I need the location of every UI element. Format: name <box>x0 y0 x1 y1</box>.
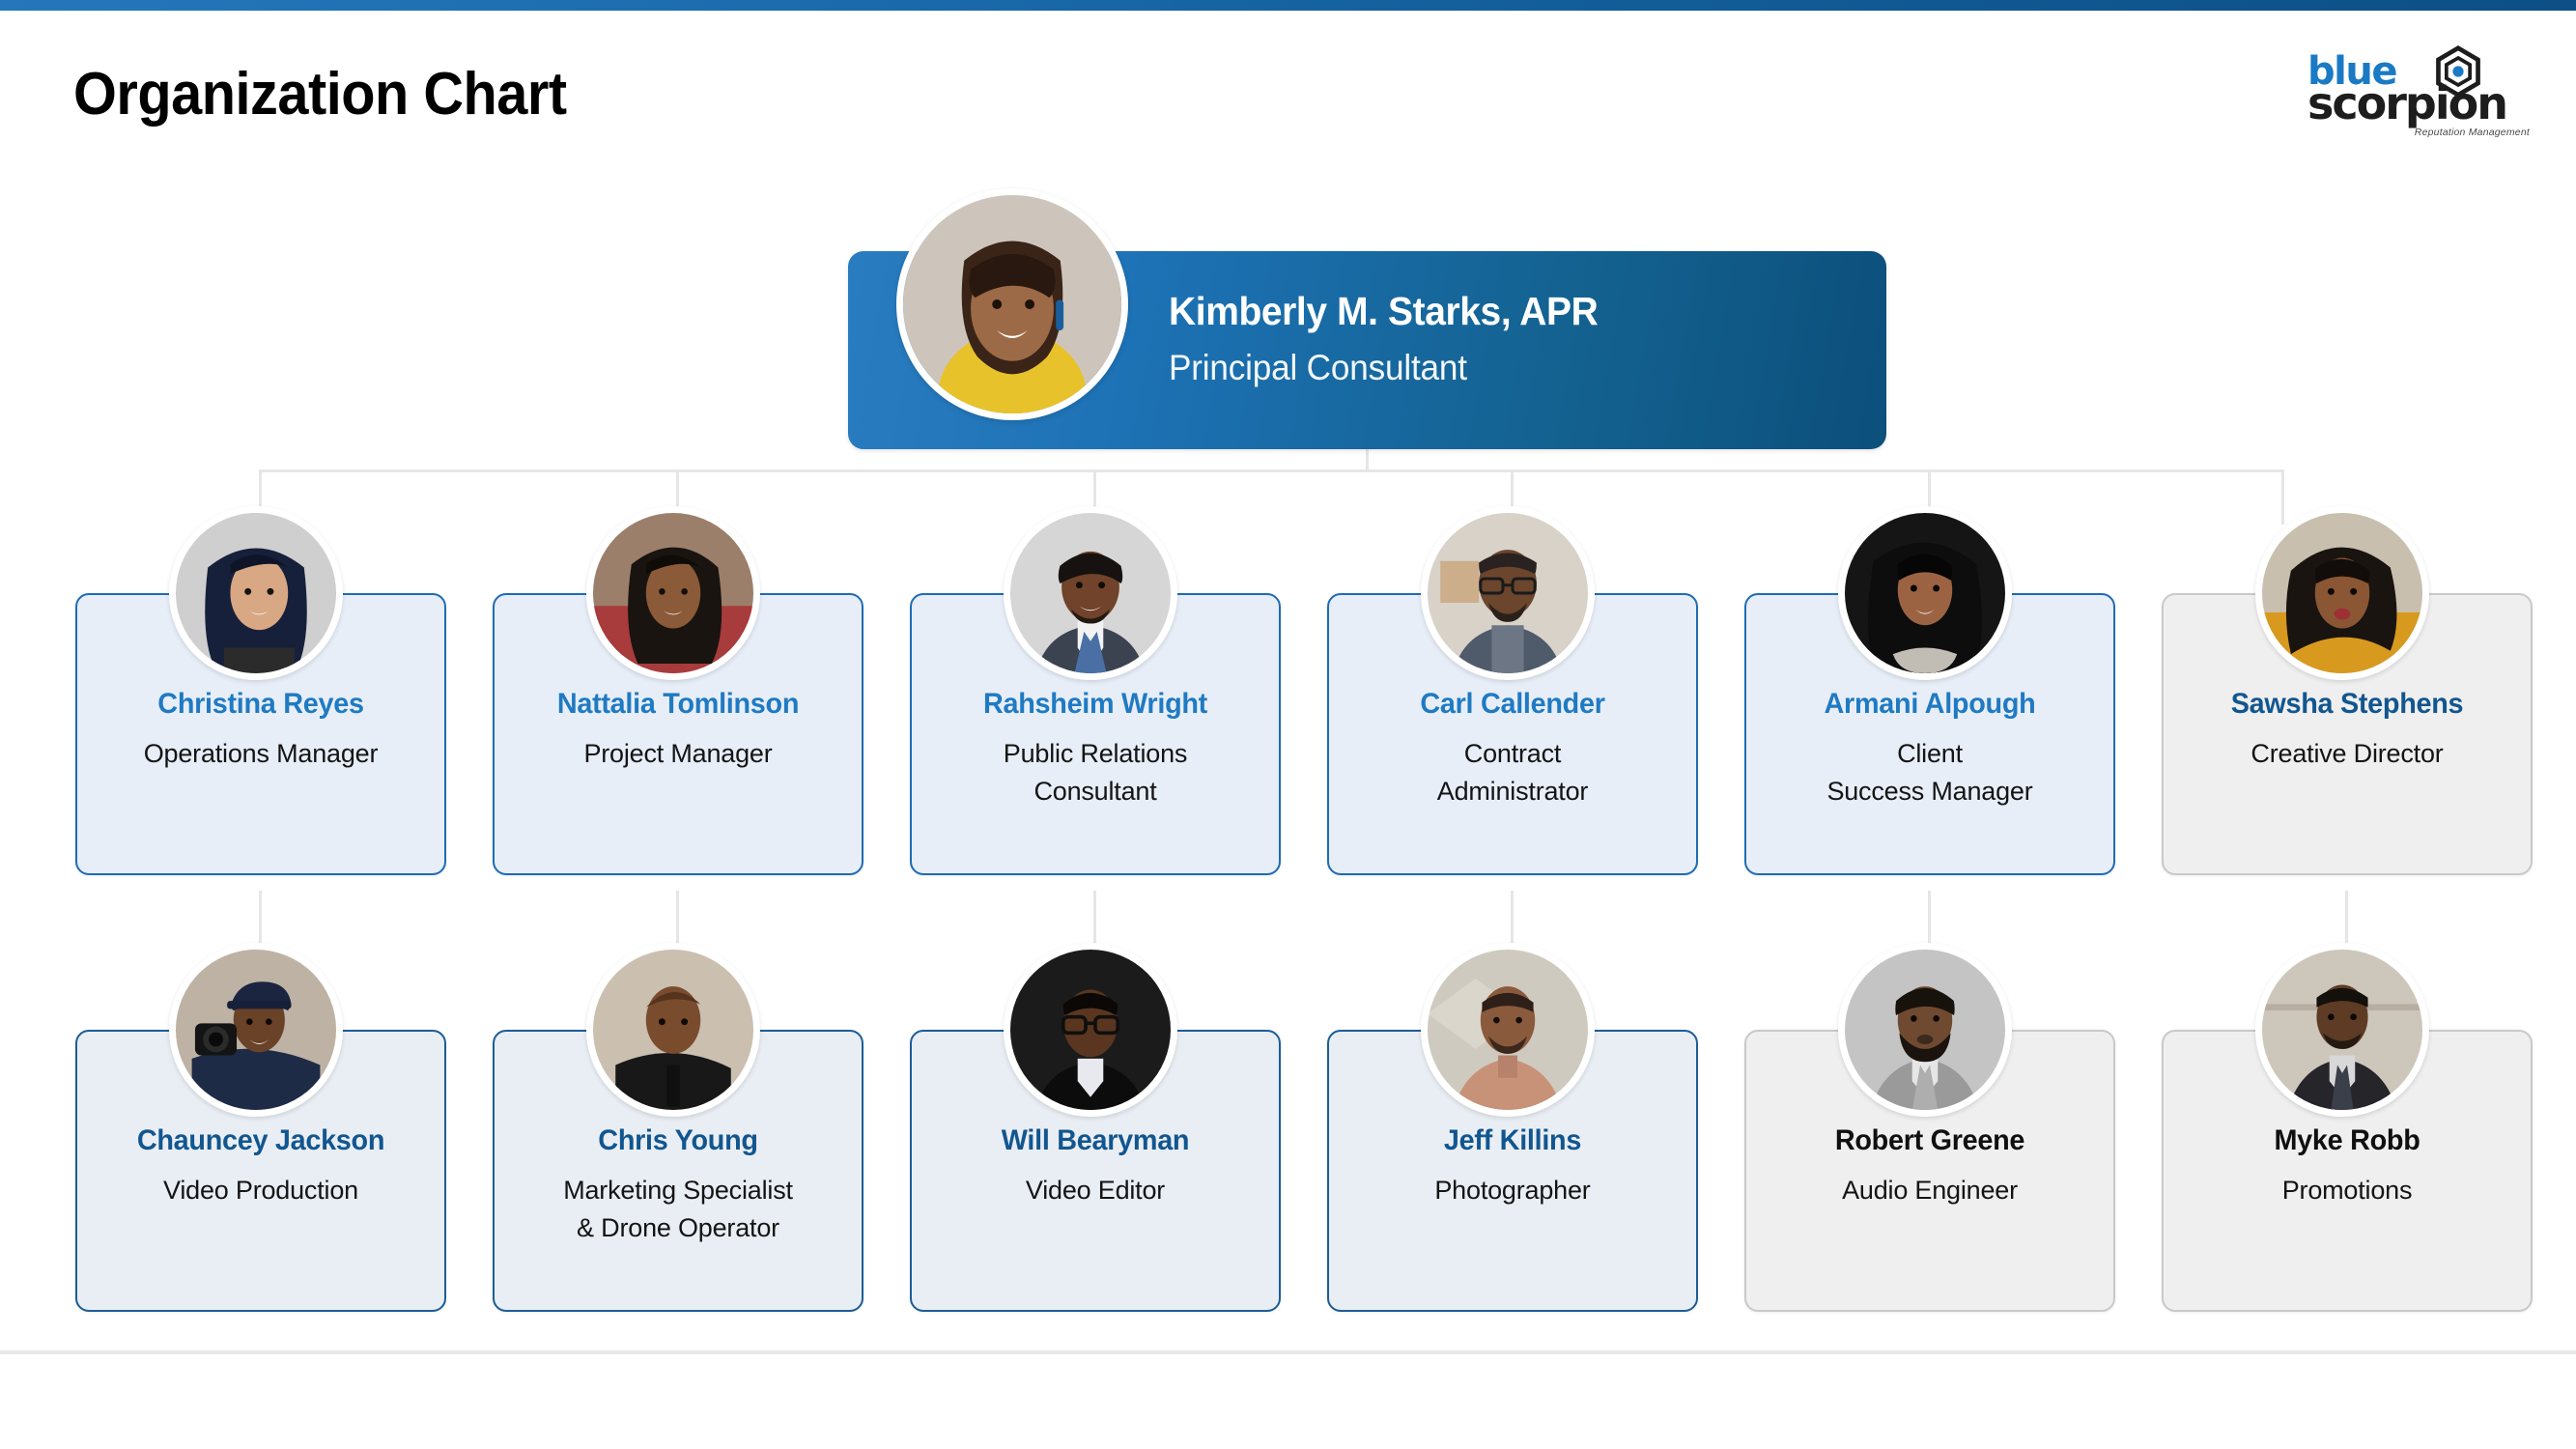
portrait-image <box>1845 950 2005 1110</box>
person-name: Chauncey Jackson <box>136 1124 385 1156</box>
avatar-row2-3 <box>1004 943 1177 1117</box>
avatar-row2-5 <box>1838 943 2012 1117</box>
portrait-image <box>593 950 753 1110</box>
person-role-line1: Marketing Specialist <box>563 1175 793 1205</box>
avatar-row1-6 <box>2255 506 2429 680</box>
person-role-line1: Promotions <box>2281 1175 2413 1205</box>
portrait-image <box>176 950 336 1110</box>
card-body: Will Bearyman Video Editor <box>912 1124 1279 1209</box>
person-role-line1: Project Manager <box>583 738 773 768</box>
person-name: Sawsha Stephens <box>2230 688 2464 720</box>
person-role-line2: & Drone Operator <box>577 1212 779 1242</box>
person-name: Robert Greene <box>1834 1124 2025 1156</box>
card-body: Jeff Killins Photographer <box>1329 1124 1696 1209</box>
person-role-line1: Public Relations <box>1003 738 1188 768</box>
card-body: Robert Greene Audio Engineer <box>1746 1124 2113 1209</box>
avatar-row1-5 <box>1838 506 2012 680</box>
person-role-line1: Creative Director <box>2250 738 2444 768</box>
page-title: Organization Chart <box>73 61 567 128</box>
portrait-image <box>2262 950 2422 1110</box>
person-name: Jeff Killins <box>1443 1124 1582 1156</box>
person-role: Project Manager <box>502 735 854 773</box>
card-body: Christina Reyes Operations Manager <box>77 688 444 773</box>
avatar-row2-6 <box>2255 943 2429 1117</box>
person-role-line1: Video Editor <box>1025 1175 1166 1205</box>
connector-row2-drop-5 <box>1928 891 1931 951</box>
person-name: Rahsheim Wright <box>983 688 1207 720</box>
logo-tagline: Reputation Management <box>2414 127 2530 138</box>
person-name: Carl Callender <box>1420 688 1605 720</box>
card-body: Sawsha Stephens Creative Director <box>2164 688 2531 773</box>
connector-row2-drop-1 <box>259 891 262 951</box>
person-role: Creative Director <box>2171 735 2523 773</box>
connector-row2-drop-2 <box>676 891 679 951</box>
card-body: Nattalia Tomlinson Project Manager <box>495 688 862 773</box>
person-role-line2: Success Manager <box>1826 776 2033 806</box>
person-role: Video Editor <box>920 1172 1271 1209</box>
connector-row2-drop-4 <box>1511 891 1514 951</box>
connector-row1-bus <box>259 469 2281 472</box>
person-role: Video Production <box>85 1172 437 1209</box>
person-role-line1: Audio Engineer <box>1842 1175 2018 1205</box>
avatar-row2-4 <box>1421 943 1595 1117</box>
person-name: Will Bearyman <box>1001 1124 1190 1156</box>
connector-row2-drop-6 <box>2345 891 2348 951</box>
avatar-row1-3 <box>1004 506 1177 680</box>
person-name: Nattalia Tomlinson <box>556 688 800 720</box>
person-role-line1: Photographer <box>1434 1175 1591 1205</box>
person-role-line1: Contract <box>1463 738 1562 768</box>
person-role: Public Relations Consultant <box>920 735 1271 810</box>
person-role: Contract Administrator <box>1337 735 1688 810</box>
avatar-row1-1 <box>169 506 343 680</box>
portrait-image <box>593 513 753 673</box>
person-name: Christina Reyes <box>157 688 364 720</box>
person-role: Marketing Specialist & Drone Operator <box>502 1172 854 1247</box>
person-name: Chris Young <box>598 1124 758 1156</box>
card-body: Armani Alpough Client Success Manager <box>1746 688 2113 810</box>
top-accent-bar <box>0 0 2576 11</box>
portrait-image <box>903 195 1121 413</box>
portrait-image <box>1010 513 1171 673</box>
person-role: Client Success Manager <box>1754 735 2106 810</box>
root-name: Kimberly M. Starks, APR <box>1169 289 1599 333</box>
card-body: Myke Robb Promotions <box>2164 1124 2531 1209</box>
root-role: Principal Consultant <box>1169 347 1467 387</box>
portrait-image <box>1428 513 1588 673</box>
person-name: Armani Alpough <box>1824 688 2036 720</box>
person-role: Audio Engineer <box>1754 1172 2106 1209</box>
logo-word-dark: scorpion <box>2307 77 2508 129</box>
person-role: Promotions <box>2171 1172 2523 1209</box>
person-role-line1: Client <box>1897 738 1963 768</box>
person-role: Operations Manager <box>85 735 437 773</box>
person-name: Myke Robb <box>2274 1124 2420 1156</box>
brand-logo: blue scorpion Reputation Management <box>2307 45 2530 138</box>
card-body: Rahsheim Wright Public Relations Consult… <box>912 688 1279 810</box>
portrait-image <box>1428 950 1588 1110</box>
connector-root-stem <box>1366 449 1369 471</box>
connector-row2-drop-3 <box>1093 891 1096 951</box>
avatar-row2-2 <box>586 943 760 1117</box>
card-body: Chauncey Jackson Video Production <box>77 1124 444 1209</box>
footer-divider <box>0 1350 2576 1354</box>
portrait-image <box>1010 950 1171 1110</box>
person-role: Photographer <box>1337 1172 1688 1209</box>
organization-chart-slide: Organization Chart blue scorpion Reputat… <box>0 0 2576 1449</box>
card-body: Carl Callender Contract Administrator <box>1329 688 1696 810</box>
avatar-root <box>896 188 1128 420</box>
portrait-image <box>176 513 336 673</box>
portrait-image <box>1845 513 2005 673</box>
person-role-line1: Video Production <box>163 1175 358 1205</box>
connector-row1-drop-6 <box>2281 469 2284 525</box>
avatar-row1-4 <box>1421 506 1595 680</box>
person-role-line1: Operations Manager <box>143 738 379 768</box>
avatar-row2-1 <box>169 943 343 1117</box>
person-role-line2: Consultant <box>1033 776 1157 806</box>
avatar-row1-2 <box>586 506 760 680</box>
root-card-text: Kimberly M. Starks, APR Principal Consul… <box>1169 289 1621 388</box>
person-role-line2: Administrator <box>1436 776 1589 806</box>
portrait-image <box>2262 513 2422 673</box>
card-body: Chris Young Marketing Specialist & Drone… <box>495 1124 862 1247</box>
